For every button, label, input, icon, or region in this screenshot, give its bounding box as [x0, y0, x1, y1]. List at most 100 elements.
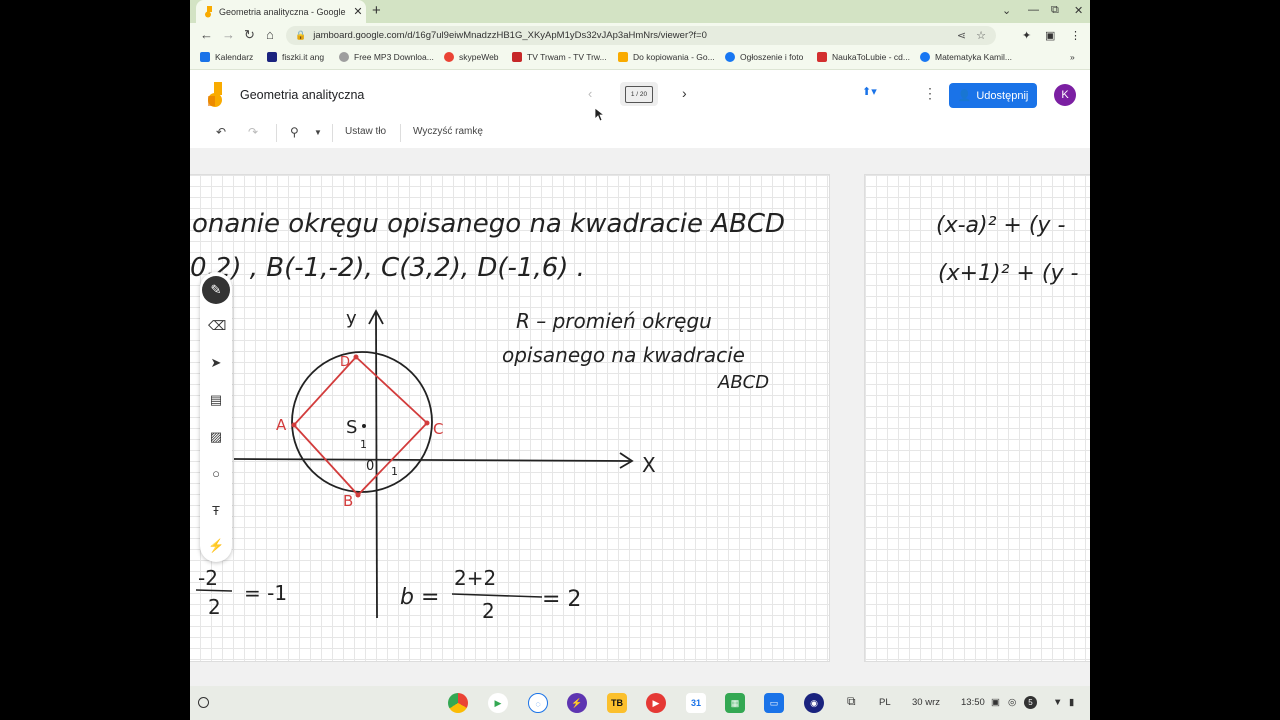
- home-icon[interactable]: ⌂: [266, 27, 274, 42]
- image-icon[interactable]: ▨: [208, 429, 224, 445]
- bookmark-item[interactable]: Do kopiowania - Go...: [618, 52, 715, 62]
- extensions-icon[interactable]: ✦: [1022, 29, 1031, 42]
- do-not-disturb-icon[interactable]: ◎: [1008, 697, 1016, 708]
- undo-icon[interactable]: ↶: [216, 125, 226, 139]
- forward-icon[interactable]: →: [222, 27, 235, 42]
- laser-icon[interactable]: ⚡: [208, 538, 224, 554]
- avatar[interactable]: K: [1054, 84, 1076, 106]
- drive-icon: [618, 52, 628, 62]
- close-window-icon[interactable]: ✕: [1074, 4, 1083, 17]
- zoom-dropdown-icon[interactable]: ▼: [314, 128, 322, 137]
- share-button[interactable]: 👤 Udostępnij: [949, 83, 1037, 108]
- tab-search-icon[interactable]: ⌄: [1002, 4, 1011, 17]
- bookmark-item[interactable]: Matematyka Kamil...: [920, 52, 1012, 62]
- document-title[interactable]: Geometria analityczna: [240, 88, 364, 102]
- shortcut-app-icon[interactable]: ⚡: [567, 693, 587, 713]
- vertex-c: [424, 420, 430, 426]
- tb-app-icon[interactable]: TB: [607, 693, 627, 713]
- left-fraction-result: = -1: [244, 581, 287, 605]
- set-background-button[interactable]: Ustaw tło: [345, 126, 386, 137]
- files-icon[interactable]: ▭: [764, 693, 784, 713]
- address-bar[interactable]: 🔒 jamboard.google.com/d/16g7ul9eiwMnadzz…: [286, 26, 996, 45]
- screen-recorder-icon[interactable]: ◉: [804, 693, 824, 713]
- date-text[interactable]: 30 wrz: [912, 697, 940, 708]
- note-line2: opisanego na kwadracie: [502, 343, 745, 367]
- jamboard-favicon-icon: [205, 5, 212, 17]
- text-box-icon[interactable]: Ŧ: [208, 503, 224, 519]
- pen-icon[interactable]: ✎: [202, 276, 230, 304]
- bookmark-item[interactable]: Ogłoszenie i foto: [725, 52, 803, 62]
- messages-icon[interactable]: ◌: [528, 693, 548, 713]
- zoom-icon[interactable]: ⚲: [290, 125, 299, 139]
- chrome-app-icon[interactable]: [448, 693, 468, 713]
- y-axis: [375, 312, 378, 619]
- launcher-icon[interactable]: [198, 697, 209, 708]
- tv-trwam-icon: [512, 52, 522, 62]
- wifi-icon[interactable]: ▼: [1053, 697, 1062, 708]
- back-icon[interactable]: ←: [200, 27, 213, 42]
- right-fraction-bar: [451, 593, 543, 598]
- next-frame-icon[interactable]: ›: [682, 85, 687, 101]
- cda-icon: [817, 52, 827, 62]
- bookmark-item[interactable]: Kalendarz: [200, 52, 253, 62]
- bookmark-item[interactable]: skypeWeb: [444, 52, 499, 62]
- clear-frame-button[interactable]: Wyczyść ramkę: [413, 126, 483, 137]
- new-tab-button[interactable]: +: [372, 2, 381, 19]
- sheets-icon[interactable]: ▦: [725, 693, 745, 713]
- side-panel-icon[interactable]: ▣: [1045, 29, 1055, 42]
- play-store-icon[interactable]: ▶: [488, 693, 508, 713]
- note-line1: R – promień okręgu: [516, 309, 712, 333]
- facebook-icon: [725, 52, 735, 62]
- more-options-icon[interactable]: ⋮: [923, 85, 937, 102]
- bookmark-item[interactable]: NaukaToLubie - cd...: [817, 52, 910, 62]
- mouse-cursor-icon: [595, 108, 605, 122]
- select-arrow-icon[interactable]: ➤: [208, 355, 224, 371]
- frame-bar-button[interactable]: 1 / 20: [620, 82, 658, 106]
- redo-icon[interactable]: ↷: [248, 125, 258, 139]
- keyboard-language[interactable]: PL: [879, 697, 891, 708]
- bookmark-item[interactable]: fiszki.it ang: [267, 52, 324, 62]
- share-icon[interactable]: ⋖: [957, 29, 966, 42]
- label-c: C: [433, 420, 443, 438]
- divider: [332, 124, 333, 142]
- notification-badge[interactable]: 5: [1024, 696, 1037, 709]
- right-fraction-numerator: 2+2: [454, 566, 496, 590]
- reload-icon[interactable]: ↻: [244, 27, 255, 43]
- fiszki-icon: [267, 52, 277, 62]
- b-equals: b =: [400, 585, 439, 610]
- browser-menu-icon[interactable]: ⋮: [1070, 29, 1081, 42]
- jamboard-canvas[interactable]: onanie okręgu opisanego na kwadracie ABC…: [190, 148, 1090, 686]
- tab-title: Geometria analityczna - Google: [219, 6, 346, 17]
- tab-close-icon[interactable]: ✕: [350, 5, 366, 18]
- minimize-icon[interactable]: —: [1028, 4, 1039, 16]
- bookmarks-overflow-icon[interactable]: »: [1070, 52, 1075, 62]
- maximize-icon[interactable]: ⧉: [1051, 4, 1059, 17]
- tick-label-x1: 1: [391, 465, 398, 478]
- label-d: D: [340, 355, 350, 370]
- bookmark-item[interactable]: TV Trwam - TV Trw...: [512, 52, 607, 62]
- calendar-app-icon[interactable]: 31: [686, 693, 706, 713]
- present-to-meeting-icon[interactable]: ⬆▾: [862, 85, 892, 103]
- x-axis: [233, 458, 631, 462]
- url-text: jamboard.google.com/d/16g7ul9eiwMnadzzHB…: [313, 30, 707, 41]
- screen-capture-icon[interactable]: ▣: [991, 697, 1000, 708]
- previous-frame-icon[interactable]: ‹: [588, 86, 592, 101]
- tote-icon[interactable]: ⧉: [847, 694, 856, 709]
- time-text[interactable]: 13:50: [961, 697, 985, 708]
- label-b: B: [343, 492, 353, 510]
- battery-icon[interactable]: ▮: [1069, 697, 1074, 708]
- label-s: S: [346, 417, 357, 438]
- bookmark-star-icon[interactable]: ☆: [976, 29, 986, 42]
- bookmark-item[interactable]: Free MP3 Downloa...: [339, 52, 434, 62]
- browser-tab[interactable]: Geometria analityczna - Google ✕: [196, 0, 366, 23]
- headphones-icon: [339, 52, 349, 62]
- person-icon: 👤: [957, 90, 972, 102]
- browser-toolbar: ← → ↻ ⌂ 🔒 jamboard.google.com/d/16g7ul9e…: [190, 23, 1090, 48]
- label-a: A: [276, 416, 287, 434]
- circle-shape-icon[interactable]: ○: [208, 466, 224, 482]
- vertex-a: [291, 422, 297, 428]
- eraser-icon[interactable]: ⌫: [208, 318, 226, 334]
- frame-indicator: 1 / 20: [625, 86, 653, 103]
- sticky-note-icon[interactable]: ▤: [208, 392, 224, 408]
- youtube-icon[interactable]: ▶: [646, 693, 666, 713]
